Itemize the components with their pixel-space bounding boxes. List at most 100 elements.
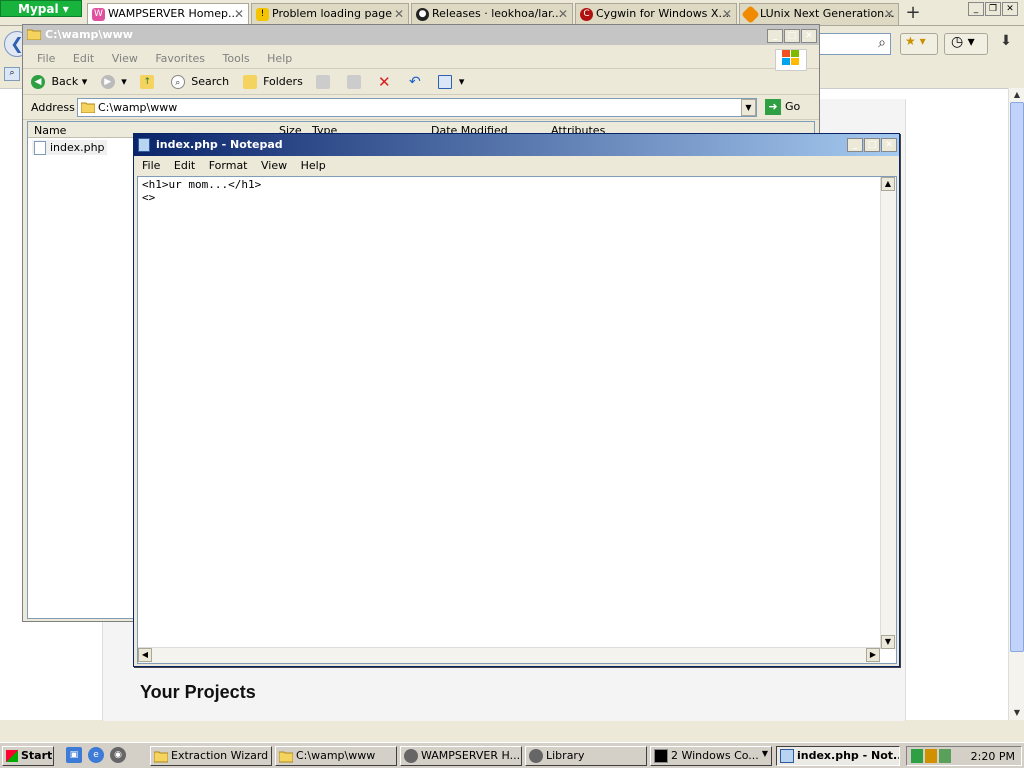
php-file-icon <box>34 141 46 155</box>
close-icon[interactable]: ✕ <box>234 7 244 21</box>
up-folder-button[interactable]: ↑ <box>140 75 157 89</box>
browser-tab-strip: Mypal ▾ W WAMPSERVER Homep... ✕ ! Proble… <box>0 0 1024 26</box>
explorer-title-bar[interactable]: C:\wamp\www _ □ ✕ <box>23 25 819 45</box>
close-icon[interactable]: ✕ <box>722 7 732 21</box>
menu-file[interactable]: File <box>37 52 55 65</box>
scroll-up-arrow-icon[interactable]: ▲ <box>1010 88 1024 102</box>
forward-button[interactable]: ▶ ▾ <box>100 75 127 89</box>
network-icon[interactable] <box>939 749 951 763</box>
address-input[interactable]: C:\wamp\www <box>77 98 757 117</box>
scroll-down-arrow-icon[interactable]: ▼ <box>881 635 895 649</box>
task-wampserver[interactable]: WAMPSERVER H... <box>400 746 522 766</box>
back-button[interactable]: ◀ Back ▾ <box>31 75 87 89</box>
scroll-up-arrow-icon[interactable]: ▲ <box>881 177 895 191</box>
vertical-scrollbar[interactable]: ▲ ▼ <box>880 177 896 649</box>
minimize-button[interactable]: _ <box>847 138 863 152</box>
horizontal-scrollbar[interactable]: ◀ ▶ <box>138 647 880 663</box>
tab-lunix[interactable]: LUnix Next Generation... ✕ <box>739 3 899 25</box>
notepad-text-area[interactable]: <h1>ur mom...</h1> <> ▲ ▼ ◀ ▶ <box>137 176 897 664</box>
tray-app-icon[interactable] <box>925 749 937 763</box>
minimize-button[interactable]: _ <box>968 2 984 16</box>
move-to-button[interactable] <box>316 75 333 89</box>
search-icon[interactable]: ⌕ <box>878 35 886 51</box>
plus-icon: + <box>905 2 921 23</box>
clock[interactable]: 2:20 PM <box>971 750 1015 763</box>
task-label: 2 Windows Co... <box>671 749 759 762</box>
maximize-button[interactable]: □ <box>784 29 800 43</box>
show-desktop-icon[interactable]: ▣ <box>66 747 82 763</box>
wampserver-tray-icon[interactable] <box>911 749 923 763</box>
menu-edit[interactable]: Edit <box>174 159 195 172</box>
folder-icon <box>154 751 168 763</box>
menu-format[interactable]: Format <box>209 159 248 172</box>
tab-wampserver[interactable]: W WAMPSERVER Homep... ✕ <box>87 3 249 26</box>
page-scrollbar[interactable]: ▲ ▼ <box>1008 88 1024 720</box>
folders-button[interactable]: Folders <box>242 75 303 89</box>
explorer-window-controls: _ □ ✕ <box>766 28 817 43</box>
task-library[interactable]: Library <box>525 746 647 766</box>
task-windows-command[interactable]: 2 Windows Co... ▼ <box>650 746 772 766</box>
scroll-left-arrow-icon[interactable]: ◀ <box>138 648 152 662</box>
close-button[interactable]: ✕ <box>881 138 897 152</box>
close-icon[interactable]: ✕ <box>884 7 894 21</box>
new-tab-button[interactable]: + <box>903 4 923 24</box>
github-icon: ● <box>416 8 429 21</box>
tab-label: Cygwin for Windows X... <box>596 7 729 20</box>
start-label: Start <box>21 749 53 762</box>
menu-help[interactable]: Help <box>301 159 326 172</box>
scroll-down-arrow-icon[interactable]: ▼ <box>1010 706 1024 720</box>
bookmark-star-button[interactable]: ★ ▾ <box>900 33 938 55</box>
task-extraction-wizard[interactable]: Extraction Wizard <box>150 746 272 766</box>
menu-view[interactable]: View <box>261 159 287 172</box>
maximize-button[interactable]: □ <box>864 138 880 152</box>
search-icon: ⌕ <box>170 75 185 89</box>
mypal-icon[interactable]: ◉ <box>110 747 126 763</box>
internet-explorer-icon[interactable]: e <box>88 747 104 763</box>
close-button[interactable]: ✕ <box>1002 2 1018 16</box>
tab-releases[interactable]: ● Releases · leokhoa/lar... ✕ <box>411 3 573 25</box>
list-item[interactable]: index.php <box>32 140 107 155</box>
column-header-name[interactable]: Name <box>34 124 66 137</box>
menu-help[interactable]: Help <box>267 52 292 65</box>
scroll-right-arrow-icon[interactable]: ▶ <box>866 648 880 662</box>
scrollbar-thumb[interactable] <box>1010 102 1024 652</box>
views-button[interactable]: ▾ <box>438 75 464 89</box>
menu-file[interactable]: File <box>142 159 160 172</box>
delete-button[interactable]: ✕ <box>377 73 394 91</box>
copy-to-button[interactable] <box>346 75 364 89</box>
views-icon <box>438 75 453 89</box>
explorer-menu-bar: File Edit View Favorites Tools Help <box>23 47 819 69</box>
search-label: Search <box>191 75 230 88</box>
menu-favorites[interactable]: Favorites <box>155 52 205 65</box>
close-icon[interactable]: ✕ <box>394 7 404 21</box>
go-button[interactable]: ➜ Go <box>765 99 800 115</box>
minimize-button[interactable]: _ <box>767 29 783 43</box>
restore-button[interactable]: ❐ <box>985 2 1001 16</box>
notepad-icon <box>138 138 150 152</box>
menu-edit[interactable]: Edit <box>73 52 94 65</box>
find-icon[interactable]: ⌕ <box>4 67 20 81</box>
start-button[interactable]: Start <box>2 746 54 766</box>
close-button[interactable]: ✕ <box>801 29 817 43</box>
notepad-icon <box>780 749 794 763</box>
back-label: Back <box>51 75 79 88</box>
menu-view[interactable]: View <box>112 52 138 65</box>
notepad-title-bar[interactable]: index.php - Notepad _ □ ✕ <box>134 134 899 156</box>
close-icon[interactable]: ✕ <box>558 7 568 21</box>
task-explorer-wamp-www[interactable]: C:\wamp\www <box>275 746 397 766</box>
tab-problem-loading[interactable]: ! Problem loading page ✕ <box>251 3 409 25</box>
tab-cygwin[interactable]: C Cygwin for Windows X... ✕ <box>575 3 737 25</box>
delete-x-icon: ✕ <box>378 73 391 91</box>
search-button[interactable]: ⌕ Search <box>170 75 230 89</box>
search-input[interactable]: ⌕ <box>818 33 891 55</box>
address-dropdown-button[interactable]: ▼ <box>741 99 756 116</box>
undo-icon: ↶ <box>408 74 421 90</box>
quick-launch: ▣ e ◉ <box>66 747 136 765</box>
task-notepad[interactable]: index.php - Not... <box>776 746 900 766</box>
history-clock-button[interactable]: ◷ ▾ <box>944 33 988 55</box>
menu-tools[interactable]: Tools <box>223 52 250 65</box>
cygwin-icon: C <box>580 8 593 21</box>
download-arrow-icon[interactable]: ⬇ <box>993 33 1019 55</box>
undo-button[interactable]: ↶ <box>408 75 425 89</box>
app-menu-button[interactable]: Mypal ▾ <box>0 0 82 17</box>
